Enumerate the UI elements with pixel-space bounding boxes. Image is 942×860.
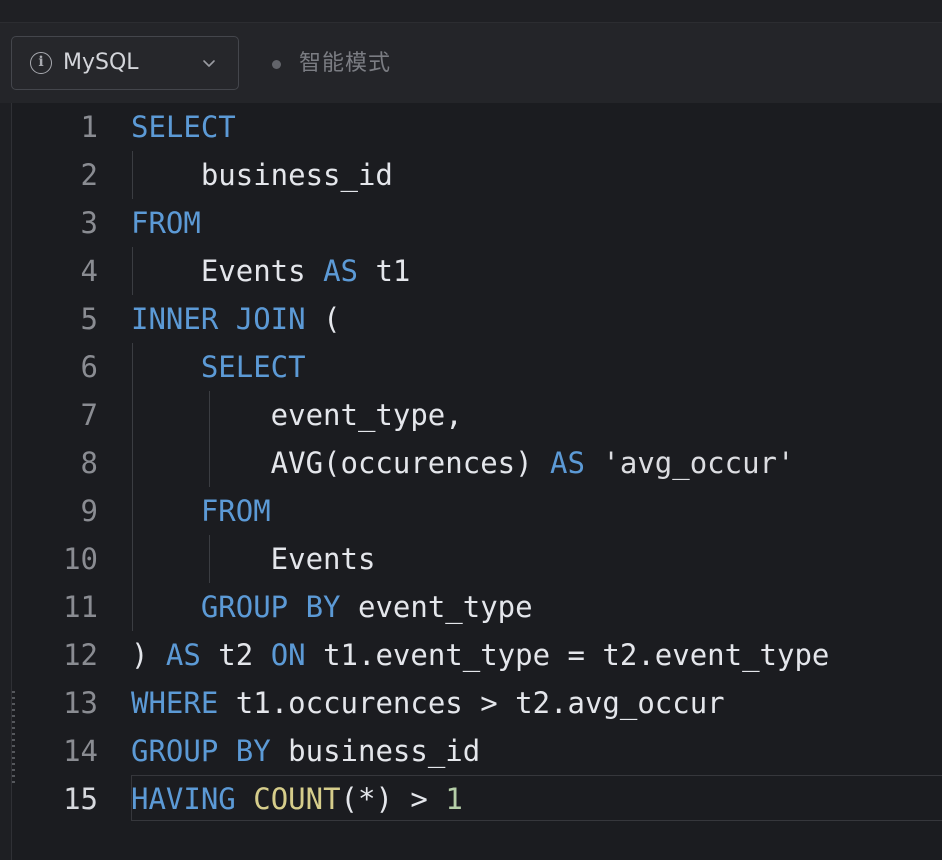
sql-token: business_id <box>270 734 481 768</box>
code-text: SELECT <box>131 343 306 391</box>
code-text: Events <box>131 535 376 583</box>
code-editor[interactable]: 1 SELECT 2 business_id 3 FROM 4 Events AS t1 5… <box>11 103 942 860</box>
code-line[interactable]: 10 Events <box>12 535 942 583</box>
line-number: 5 <box>80 302 98 336</box>
code-line[interactable]: 12) AS t2 ON t1.event_type = t2.event_ty… <box>12 631 942 679</box>
code-line[interactable]: 7 event_type, <box>12 391 942 439</box>
sql-token: Events <box>131 254 324 288</box>
mode-status-dot <box>272 59 281 69</box>
info-circle-icon[interactable]: i <box>30 52 52 74</box>
code-text: SELECT <box>131 103 236 151</box>
code-text: GROUP BY event_type <box>131 583 533 631</box>
line-number: 7 <box>80 398 98 432</box>
sql-keyword: GROUP BY <box>200 590 341 624</box>
sql-token: ) <box>131 638 166 672</box>
code-line[interactable]: 5 INNER JOIN ( <box>12 295 942 343</box>
line-number: 12 <box>63 638 98 672</box>
sql-string: 'avg_occur' <box>584 446 795 480</box>
code-text: GROUP BY business_id <box>131 727 480 775</box>
line-number: 15 <box>63 782 98 816</box>
code-text: Events AS t1 <box>131 247 411 295</box>
sql-keyword: AS <box>323 254 358 288</box>
code-text: HAVING COUNT(*) > 1 <box>131 775 463 823</box>
code-line[interactable]: 3 FROM <box>12 199 942 247</box>
sql-number: 1 <box>445 782 463 816</box>
code-text: ) AS t2 ON t1.event_type = t2.event_type <box>131 631 829 679</box>
sql-keyword: GROUP BY <box>131 734 271 768</box>
sql-token: business_id <box>131 158 393 192</box>
sql-keyword: FROM <box>200 494 271 528</box>
sql-token: ( <box>305 302 341 336</box>
sql-token: t1.event_type = t2.event_type <box>305 638 830 672</box>
sql-token: t1.occurences > t2.avg_occur <box>218 686 725 720</box>
code-text: WHERE t1.occurences > t2.avg_occur <box>131 679 725 727</box>
code-line[interactable]: 9 FROM <box>12 487 942 535</box>
code-text: AVG(occurences) AS 'avg_occur' <box>131 439 795 487</box>
sql-keyword: WHERE <box>131 686 219 720</box>
sql-token: Events <box>131 542 376 576</box>
code-text: FROM <box>131 487 271 535</box>
language-select[interactable]: i MySQL <box>11 36 239 90</box>
line-number: 4 <box>80 254 98 288</box>
code-line[interactable]: 14 GROUP BY business_id <box>12 727 942 775</box>
line-number: 6 <box>80 350 98 384</box>
line-number: 1 <box>80 110 98 144</box>
code-text: event_type, <box>131 391 463 439</box>
sql-token: AVG(occurences) <box>131 446 551 480</box>
sql-keyword: AS <box>165 638 201 672</box>
code-text: INNER JOIN ( <box>131 295 341 343</box>
code-line[interactable]: 11 GROUP BY event_type <box>12 583 942 631</box>
sql-keyword: SELECT <box>131 110 236 144</box>
sql-token: event_type, <box>131 398 463 432</box>
line-number: 8 <box>80 446 98 480</box>
sql-keyword: FROM <box>131 206 201 240</box>
line-number: 11 <box>63 590 98 624</box>
sql-keyword: AS <box>550 446 585 480</box>
language-select-label: MySQL <box>63 50 139 75</box>
line-number: 10 <box>63 542 98 576</box>
line-number: 14 <box>63 734 98 768</box>
line-number: 13 <box>63 686 98 720</box>
smart-mode-label: 智能模式 <box>299 51 392 76</box>
sql-token: (*) > <box>340 782 446 816</box>
sql-keyword: INNER JOIN <box>131 302 306 336</box>
window-top-bar <box>0 0 942 23</box>
sql-keyword: HAVING <box>131 782 236 816</box>
chevron-down-icon <box>203 60 215 67</box>
editor-toolbar: i MySQL 智能模式 <box>0 23 942 103</box>
code-line[interactable]: 13 WHERE t1.occurences > t2.avg_occur <box>12 679 942 727</box>
code-line[interactable]: 1 SELECT <box>12 103 942 151</box>
smart-mode-toggle[interactable]: 智能模式 <box>272 51 391 77</box>
code-text: business_id <box>131 151 393 199</box>
code-line[interactable]: 2 business_id <box>12 151 942 199</box>
sql-function: COUNT <box>253 782 341 816</box>
code-line[interactable]: 15 HAVING COUNT(*) > 1 <box>12 775 942 823</box>
code-line[interactable]: 4 Events AS t1 <box>12 247 942 295</box>
sql-keyword: ON <box>270 638 306 672</box>
sql-keyword: SELECT <box>200 350 306 384</box>
line-number: 9 <box>80 494 98 528</box>
sql-token: t2 <box>200 638 271 672</box>
sql-token: t1 <box>357 254 411 288</box>
line-number: 3 <box>80 206 98 240</box>
code-line[interactable]: 6 SELECT <box>12 343 942 391</box>
line-number: 2 <box>80 158 98 192</box>
sql-token: event_type <box>340 590 533 624</box>
code-line[interactable]: 8 AVG(occurences) AS 'avg_occur' <box>12 439 942 487</box>
code-text: FROM <box>131 199 201 247</box>
